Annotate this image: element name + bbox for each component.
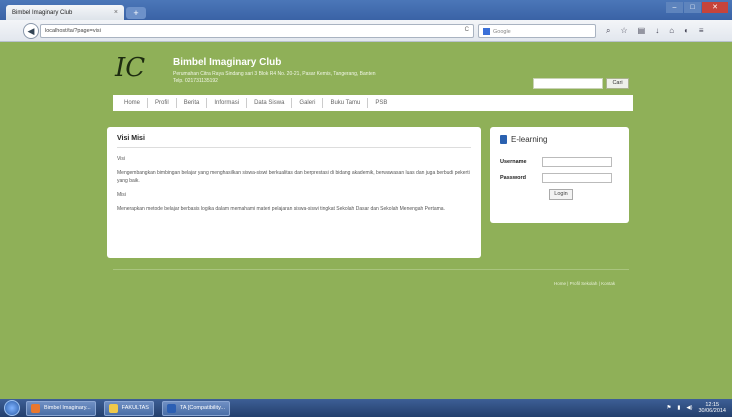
password-label: Password — [500, 175, 526, 181]
username-row: Username — [500, 157, 619, 167]
maximize-icon[interactable]: □ — [684, 2, 701, 13]
menu-item-psb[interactable]: PSB — [368, 98, 394, 108]
taskbar-label: TA [Compatibility... — [179, 405, 226, 411]
site-address: Perumahan Citra Raya Sindang sari 3 Blok… — [173, 71, 376, 77]
tab-title: Bimbel Imaginary Club — [12, 9, 73, 16]
search-icon[interactable]: ⌕ — [606, 26, 610, 36]
bookmark-star-icon[interactable]: ☆ — [620, 26, 627, 36]
network-icon[interactable]: ▮ — [677, 405, 680, 411]
minimize-icon[interactable]: – — [666, 2, 683, 13]
url-text: localhost/ta/?page=visi — [45, 28, 101, 34]
new-tab-button[interactable]: + — [126, 7, 146, 19]
clock[interactable]: 12:15 30/06/2014 — [698, 402, 726, 414]
visi-text: Mengembangkan bimbingan belajar yang men… — [117, 170, 470, 184]
site-logo[interactable]: IC — [115, 52, 157, 86]
site-phone: Telp. 021731135192 — [173, 78, 218, 84]
site-search-input[interactable] — [533, 78, 603, 89]
book-icon — [500, 135, 507, 144]
menu-item-buku-tamu[interactable]: Buku Tamu — [323, 98, 369, 108]
misi-label: Misi — [117, 192, 126, 198]
bookmarks-list-icon[interactable]: ▤ — [638, 26, 646, 36]
url-bar[interactable]: localhost/ta/?page=visi C — [40, 24, 474, 38]
footer-links[interactable]: Home | Profil Sekolah | Kontak — [554, 281, 615, 286]
login-button[interactable]: Login — [549, 189, 573, 200]
visi-label: Visi — [117, 156, 125, 162]
reload-icon[interactable]: C — [465, 27, 469, 33]
word-icon — [166, 403, 176, 413]
google-icon — [483, 28, 490, 35]
extension-icon[interactable]: ◐ — [684, 26, 689, 36]
browser-search-input[interactable]: Google — [478, 24, 596, 38]
clock-date: 30/06/2014 — [698, 408, 726, 414]
browser-navbar: ◀ localhost/ta/?page=visi C Google ⌕ ☆ ▤… — [0, 20, 732, 42]
menu-item-berita[interactable]: Berita — [177, 98, 208, 108]
search-placeholder: Google — [493, 28, 511, 35]
taskbar-label: FAKULTAS — [121, 405, 149, 411]
flag-icon[interactable]: ⚑ — [666, 405, 671, 411]
menu-item-profil[interactable]: Profil — [148, 98, 177, 108]
taskbar-label: Bimbel Imaginary... — [44, 405, 91, 411]
content-panel: Visi Misi Visi Mengembangkan bimbingan b… — [107, 127, 481, 258]
content-title: Visi Misi — [117, 135, 471, 148]
menu-icon[interactable]: ≡ — [699, 26, 704, 36]
elearning-title: E-learning — [511, 135, 548, 144]
password-row: Password — [500, 173, 619, 183]
home-icon[interactable]: ⌂ — [669, 26, 674, 36]
back-button[interactable]: ◀ — [23, 23, 39, 39]
system-tray: ⚑ ▮ ◀) 12:15 30/06/2014 — [666, 402, 726, 414]
folder-icon — [108, 403, 118, 413]
volume-icon[interactable]: ◀) — [686, 405, 692, 411]
menu-item-home[interactable]: Home — [117, 98, 149, 108]
close-tab-icon[interactable]: × — [114, 9, 118, 16]
elearning-panel: E-learning Username Password Login — [490, 127, 629, 223]
close-window-icon[interactable]: ✕ — [702, 2, 728, 13]
browser-tab-bar: Bimbel Imaginary Club × + – □ ✕ — [0, 0, 732, 20]
search-button[interactable]: Cari — [606, 78, 629, 89]
windows-taskbar: Bimbel Imaginary... FAKULTAS TA [Compati… — [0, 399, 732, 417]
browser-tab[interactable]: Bimbel Imaginary Club × — [6, 5, 124, 20]
download-icon[interactable]: ↓ — [655, 26, 659, 36]
username-input[interactable] — [542, 157, 612, 167]
window-controls: – □ ✕ — [666, 2, 728, 13]
password-input[interactable] — [542, 173, 612, 183]
menu-item-galeri[interactable]: Galeri — [292, 98, 324, 108]
elearning-header: E-learning — [500, 135, 619, 144]
start-button[interactable] — [4, 400, 20, 416]
taskbar-item-word[interactable]: TA [Compatibility... — [161, 400, 231, 416]
toolbar-icons: ⌕ ☆ ▤ ↓ ⌂ ◐ ≡ — [606, 26, 704, 36]
site-title: Bimbel Imaginary Club — [173, 57, 282, 68]
taskbar-item-folder[interactable]: FAKULTAS — [103, 400, 154, 416]
menu-item-informasi[interactable]: Informasi — [207, 98, 248, 108]
menu-item-data-siswa[interactable]: Data Siswa — [247, 98, 293, 108]
footer-divider — [113, 269, 629, 270]
main-menu: Home Profil Berita Informasi Data Siswa … — [113, 95, 633, 111]
username-label: Username — [500, 159, 527, 165]
taskbar-item-firefox[interactable]: Bimbel Imaginary... — [26, 400, 96, 416]
misi-text: Menerapkan metode belajar berbasis logik… — [117, 206, 445, 212]
firefox-icon — [31, 403, 40, 413]
